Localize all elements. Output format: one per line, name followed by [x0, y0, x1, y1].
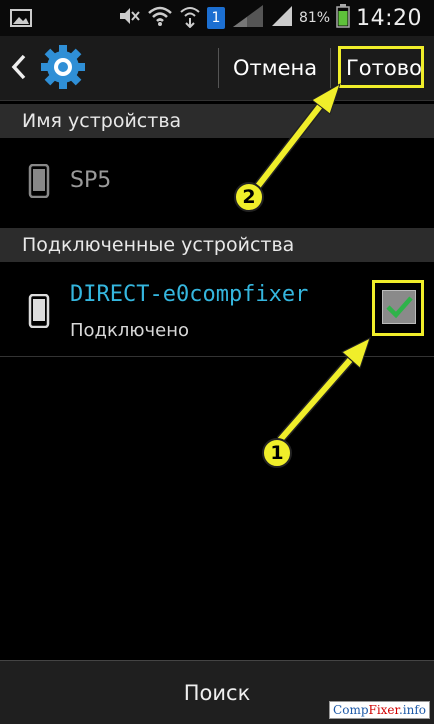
clock: 14:20 [356, 5, 422, 31]
device-name-value: SP5 [70, 168, 112, 193]
step-marker-1: 1 [262, 438, 292, 468]
cancel-button[interactable]: Отмена [233, 36, 317, 100]
done-button-highlight [338, 46, 424, 88]
connected-device-name: DIRECT-e0compfixer [70, 282, 309, 307]
mute-icon [117, 5, 141, 31]
device-checkbox[interactable] [382, 290, 416, 324]
wifi-icon [147, 5, 173, 31]
gallery-icon [10, 8, 32, 32]
connected-device-status: Подключено [70, 320, 190, 341]
signal-icon [231, 3, 265, 33]
action-bar-divider [218, 48, 219, 88]
list-divider [0, 356, 434, 357]
device-name-section-header: Имя устройства [0, 104, 434, 138]
connected-devices-section-header: Подключенные устройства [0, 228, 434, 262]
section-header-label: Подключенные устройства [22, 234, 295, 256]
watermark-part: Comp [333, 703, 369, 717]
step-marker-2: 2 [234, 182, 264, 212]
phone-icon [28, 293, 50, 332]
section-header-label: Имя устройства [22, 110, 182, 132]
watermark-logo: CompFixer.info [329, 701, 430, 719]
arrow-to-checkbox [276, 337, 371, 443]
settings-gear-icon[interactable] [38, 42, 88, 96]
wifi-direct-icon [179, 4, 201, 32]
notification-badge: 1 [206, 7, 225, 29]
watermark-part: .info [398, 703, 426, 717]
action-bar-divider [330, 48, 331, 88]
battery-percent: 81% [298, 10, 331, 26]
status-bar: 1 81% 14:20 [0, 0, 434, 36]
checkmark-icon [386, 296, 413, 319]
signal-bars-icon [271, 5, 293, 31]
battery-icon [336, 4, 350, 32]
watermark-part: Fixer [368, 703, 399, 717]
back-chevron-icon[interactable] [10, 52, 28, 86]
phone-icon [28, 163, 50, 202]
